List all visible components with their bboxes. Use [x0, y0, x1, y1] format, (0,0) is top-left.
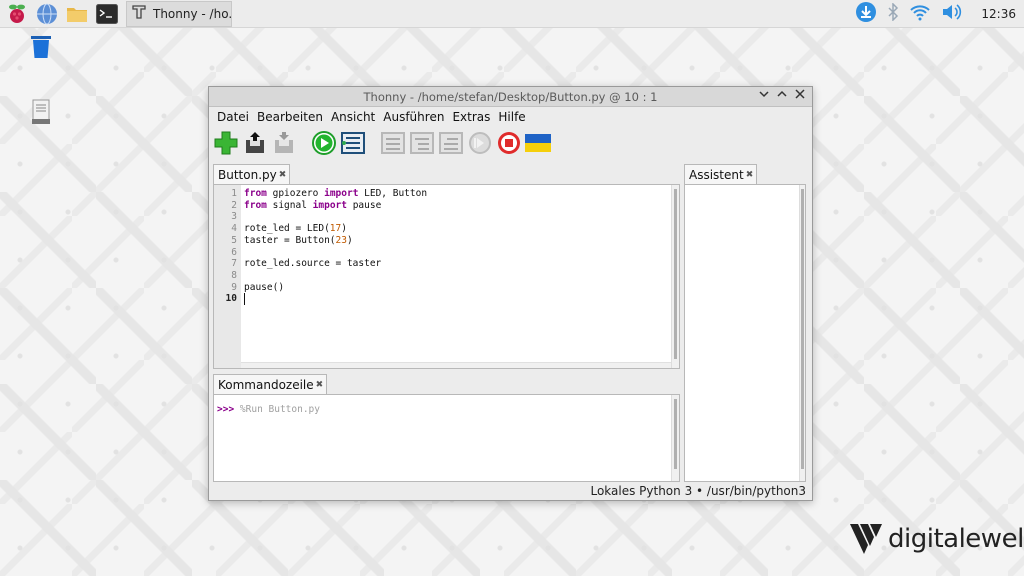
toolbar [209, 127, 812, 159]
code-line: taster = Button(23) [244, 234, 353, 246]
line-number: 9 [231, 281, 237, 293]
new-file-plus-icon[interactable] [213, 130, 239, 156]
raspberry-menu-icon[interactable] [4, 2, 30, 26]
taskbar-task-label: Thonny - /ho... [153, 6, 232, 21]
code-editor[interactable]: 1 2 3 4 5 6 7 8 9 10 from gpiozero impor… [213, 184, 680, 369]
trash-icon[interactable] [29, 33, 53, 63]
menubar: Datei Bearbeiten Ansicht Ausführen Extra… [209, 107, 812, 127]
interpreter-status[interactable]: Lokales Python 3 • /usr/bin/python3 [590, 484, 806, 498]
menu-bearbeiten[interactable]: Bearbeiten [253, 110, 327, 124]
run-play-icon[interactable] [311, 130, 337, 156]
shell-prompt: >>> [217, 404, 235, 415]
code-line: rote_led = LED(17) [244, 223, 347, 235]
terminal-icon[interactable] [94, 2, 120, 26]
menu-datei[interactable]: Datei [213, 110, 253, 124]
minimize-chevron-icon[interactable] [758, 89, 770, 103]
editor-horizontal-scrollbar[interactable] [241, 362, 671, 368]
assistant-panel[interactable] [684, 184, 806, 482]
tab-assistent[interactable]: Assistent ✖ [684, 164, 758, 184]
mounted-drive-icon[interactable] [31, 99, 51, 129]
window-titlebar[interactable]: Thonny - /home/stefan/Desktop/Button.py … [209, 87, 812, 107]
open-file-icon[interactable] [242, 130, 268, 156]
volume-icon[interactable] [941, 3, 963, 25]
tab-close-icon[interactable]: ✖ [279, 170, 287, 180]
tab-close-icon[interactable]: ✖ [316, 380, 324, 390]
code-line: from gpiozero import LED, Button [244, 188, 428, 199]
step-out-icon[interactable] [438, 130, 464, 156]
browser-globe-icon[interactable] [34, 2, 60, 26]
wifi-icon[interactable] [909, 3, 931, 25]
editor-tab-label: Button.py [218, 167, 277, 182]
line-number: 5 [231, 234, 237, 246]
shell-line: >>> %Run Button.py [214, 395, 679, 415]
thonny-window: Thonny - /home/stefan/Desktop/Button.py … [208, 86, 813, 501]
line-number: 2 [231, 199, 237, 211]
ukraine-flag-icon[interactable] [525, 130, 551, 156]
debug-icon[interactable] [340, 130, 366, 156]
updates-download-icon[interactable] [855, 1, 877, 27]
taskbar-thonny-task[interactable]: Thonny - /ho... [126, 0, 232, 27]
resume-icon[interactable] [467, 130, 493, 156]
stop-icon[interactable] [496, 130, 522, 156]
window-title: Thonny - /home/stefan/Desktop/Button.py … [363, 89, 658, 104]
line-number: 6 [231, 246, 237, 258]
line-number-current: 10 [225, 293, 237, 305]
code-line: from signal import pause [244, 199, 382, 211]
step-into-icon[interactable] [409, 130, 435, 156]
bluetooth-icon[interactable] [887, 1, 899, 25]
line-number: 4 [231, 223, 237, 235]
taskbar: Thonny - /ho... 12:36 [0, 0, 1024, 28]
line-number: 1 [231, 188, 237, 199]
assistant-vertical-scrollbar[interactable] [799, 185, 805, 481]
line-number-gutter: 1 2 3 4 5 6 7 8 9 10 [214, 185, 241, 368]
line-number: 7 [231, 258, 237, 270]
close-icon[interactable] [794, 89, 806, 103]
code-line: pause() [244, 281, 285, 293]
shell-command: %Run Button.py [239, 404, 320, 415]
brand-watermark: digitalewelt [848, 522, 1024, 556]
menu-extras[interactable]: Extras [448, 110, 494, 124]
assistant-tab-label: Assistent [689, 167, 744, 182]
file-manager-folder-icon[interactable] [64, 2, 90, 26]
tab-kommandozeile[interactable]: Kommandozeile ✖ [213, 374, 328, 394]
text-caret [244, 293, 245, 306]
editor-vertical-scrollbar[interactable] [671, 185, 679, 368]
clock[interactable]: 12:36 [981, 7, 1016, 21]
shell-vertical-scrollbar[interactable] [671, 395, 679, 481]
thonny-app-icon [131, 4, 147, 23]
code-line [244, 293, 679, 306]
code-text[interactable]: from gpiozero import LED, Button from sig… [241, 185, 679, 368]
menu-ausfuehren[interactable]: Ausführen [379, 110, 448, 124]
menu-ansicht[interactable]: Ansicht [327, 110, 379, 124]
code-line: rote_led.source = taster [244, 258, 382, 270]
step-over-icon[interactable] [380, 130, 406, 156]
line-number: 3 [231, 211, 237, 223]
brand-text: digitalewelt [888, 524, 1024, 554]
digitalewelt-logo-icon [850, 524, 882, 554]
line-number: 8 [231, 269, 237, 281]
tab-button-py[interactable]: Button.py ✖ [213, 164, 291, 184]
menu-hilfe[interactable]: Hilfe [494, 110, 529, 124]
tab-close-icon[interactable]: ✖ [746, 170, 754, 180]
shell-panel[interactable]: >>> %Run Button.py [213, 394, 680, 482]
maximize-chevron-icon[interactable] [776, 89, 788, 103]
save-file-icon[interactable] [271, 130, 297, 156]
shell-tab-label: Kommandozeile [218, 377, 314, 392]
